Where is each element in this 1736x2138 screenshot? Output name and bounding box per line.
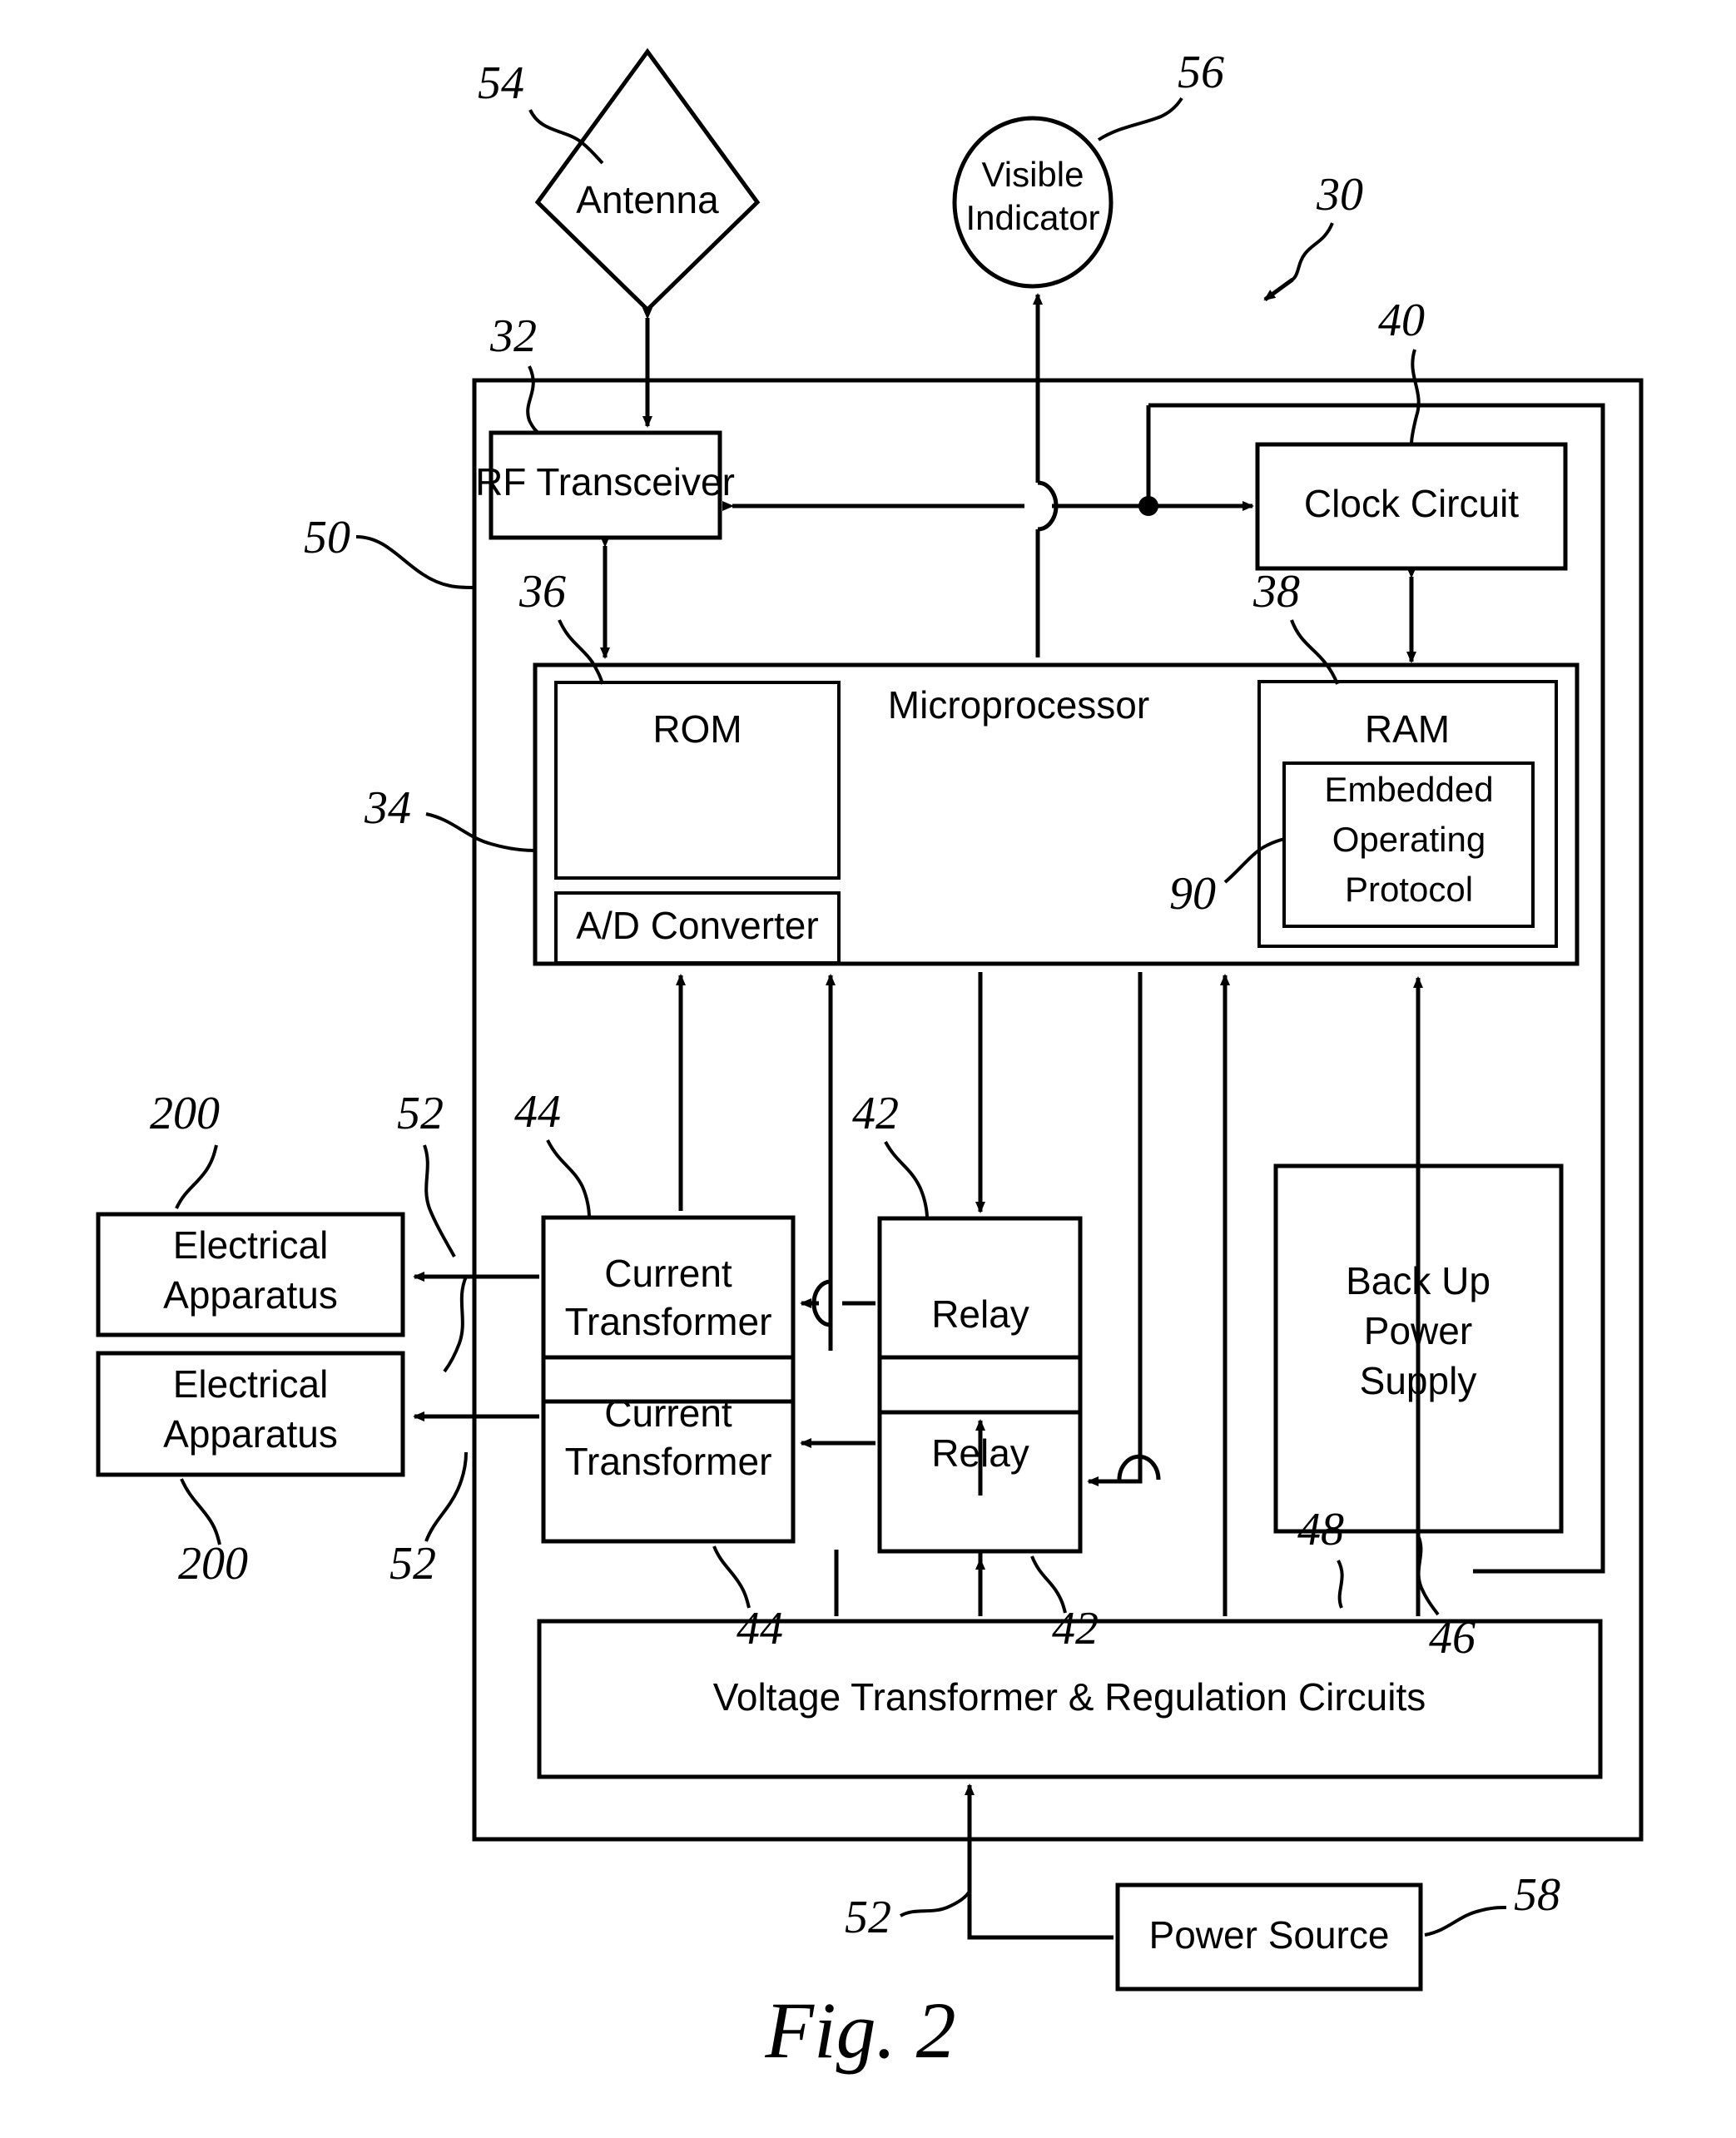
power-source-label: Power Source (1149, 1913, 1390, 1957)
ref-36: 36 (518, 566, 566, 618)
rf-transceiver-label: RF Transceiver (475, 460, 735, 503)
ref-42-bottom: 42 (1052, 1603, 1099, 1654)
ref-48: 48 (1297, 1504, 1344, 1555)
antenna-label: Antenna (576, 178, 719, 221)
electrical-apparatus-bottom-line1: Electrical (173, 1362, 329, 1406)
ref-90: 90 (1169, 868, 1216, 920)
ref-32: 32 (489, 310, 537, 362)
ref-56: 56 (1178, 47, 1224, 98)
figure-caption: Fig. 2 (764, 1986, 955, 2075)
ref-40: 40 (1378, 295, 1425, 346)
antenna-ref-leader (528, 109, 604, 165)
microprocessor-ref-leader (425, 812, 536, 852)
current-transformer-bottom-line1: Current (604, 1391, 732, 1435)
electrical-apparatus-top-ref-leader (175, 1144, 218, 1209)
electrical-apparatus-bottom-ref-leader (180, 1478, 221, 1545)
backup-power-ref-leader (1416, 1535, 1440, 1616)
eop-ref-leader (1223, 837, 1286, 884)
patent-figure-2: Antenna 54 Visible Indicator 56 30 RF Tr… (0, 0, 1736, 2138)
ref-34: 34 (364, 782, 411, 834)
ref-54: 54 (478, 57, 524, 109)
microprocessor-label: Microprocessor (888, 683, 1149, 727)
conductor-mains-ref-leader (900, 1891, 970, 1917)
visible-indicator-ref-leader (1097, 97, 1183, 141)
current-transformer-bottom-ref-leader (712, 1545, 751, 1609)
clock-circuit-label: Clock Circuit (1304, 482, 1519, 525)
microprocessor-to-relay-bottom-control (1087, 972, 1143, 1486)
ad-converter-label: A/D Converter (576, 904, 818, 947)
ref-42-top: 42 (852, 1088, 899, 1139)
current-transformer-top-ref-leader (546, 1139, 591, 1218)
rf-transceiver-ref-leader (526, 365, 541, 435)
ref-38: 38 (1252, 566, 1300, 618)
rom-ref-leader (558, 619, 604, 685)
enclosure-ref-leader (355, 535, 474, 589)
relay-top-ref-leader (884, 1141, 929, 1219)
current-transformer-top-line2: Transformer (565, 1300, 772, 1343)
voltage-transformer-ref-leader (1337, 1560, 1344, 1609)
eop-label-line3: Protocol (1345, 870, 1473, 909)
ref-200-top: 200 (150, 1088, 220, 1139)
visible-indicator-label-line2: Indicator (965, 198, 1099, 237)
ref-58: 58 (1514, 1869, 1560, 1921)
ref-50: 50 (304, 512, 350, 563)
rom-label: ROM (652, 707, 742, 751)
conductor-bottom-ref-leader (424, 1451, 468, 1542)
current-transformer-top-line1: Current (604, 1252, 732, 1295)
electrical-apparatus-top-line2: Apparatus (163, 1273, 338, 1317)
system-ref-arrow (1263, 277, 1294, 302)
electrical-apparatus-bottom-line2: Apparatus (163, 1412, 338, 1456)
visible-indicator-label-line1: Visible (982, 155, 1084, 194)
electrical-apparatus-top-line1: Electrical (173, 1223, 329, 1267)
ram-label: RAM (1365, 707, 1450, 751)
ram-ref-leader (1290, 619, 1339, 685)
ref-52-mains: 52 (845, 1892, 891, 1943)
current-transformer-bottom-line2: Transformer (565, 1440, 772, 1483)
ref-52-bottom: 52 (389, 1538, 436, 1590)
eop-label-line1: Embedded (1324, 770, 1493, 809)
power-source-ref-leader (1424, 1906, 1507, 1937)
ref-44-bottom: 44 (737, 1603, 783, 1654)
relay-top-label: Relay (931, 1292, 1029, 1336)
conductor-top-ref-leader (443, 1276, 468, 1373)
clock-circuit-ref-leader (1410, 349, 1421, 445)
ref-52-top: 52 (397, 1088, 444, 1139)
conductor-top-ref-leader-upper (423, 1144, 456, 1258)
ref-30: 30 (1316, 169, 1363, 221)
power-source-to-enclosure (965, 1783, 1114, 1940)
voltage-transformer-label: Voltage Transformer & Regulation Circuit… (713, 1675, 1426, 1719)
ref-200-bottom: 200 (178, 1538, 248, 1590)
system-ref-leader (1288, 222, 1334, 283)
eop-label-line2: Operating (1332, 820, 1486, 859)
ref-44-top: 44 (514, 1086, 561, 1138)
